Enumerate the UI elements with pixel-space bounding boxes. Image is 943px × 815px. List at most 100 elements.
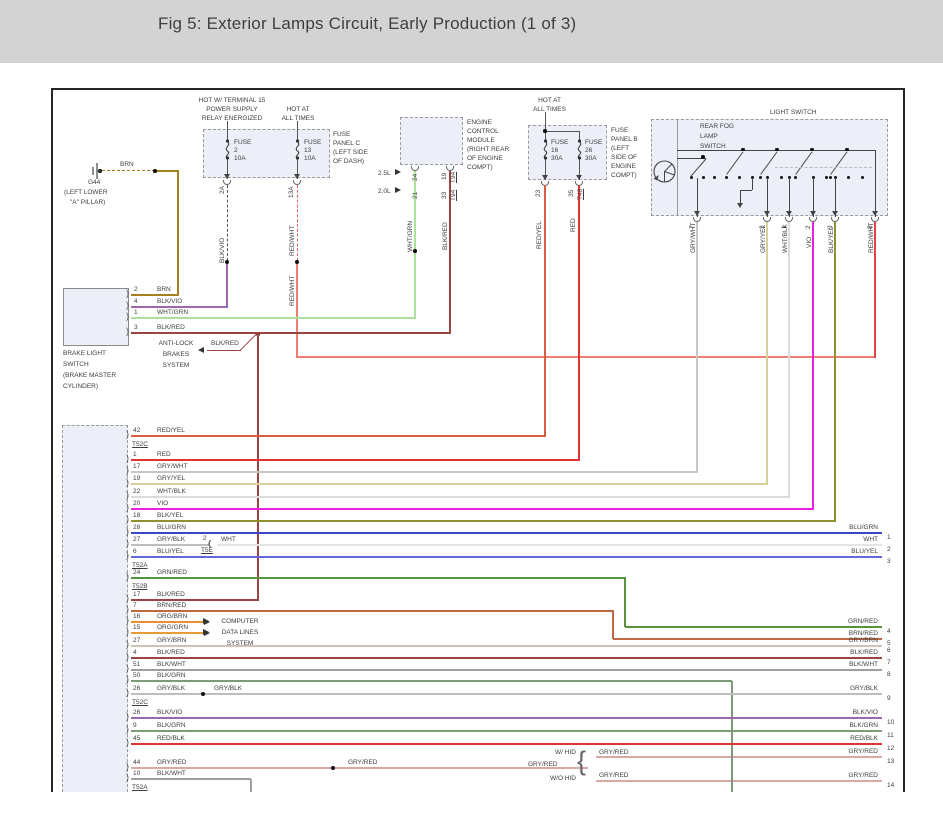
wiring-diagram-page: Fig 5: Exterior Lamps Circuit, Early Pro… <box>0 0 943 815</box>
junction-dot <box>861 176 864 179</box>
edge-wire-label: BLK/WHT <box>792 661 878 669</box>
wire <box>131 496 789 498</box>
brake-pin-number: 2 <box>134 286 138 294</box>
connector-wire-label: RED <box>157 451 171 459</box>
connector-wire-label: BLU/GRN <box>157 524 186 532</box>
edge-pin-number: 3 <box>887 558 891 566</box>
wire-label-redwht: RED/WHT <box>289 226 296 256</box>
brake-pin-wire-label: BLK/VIO <box>157 298 182 306</box>
wire-dashed <box>297 185 298 261</box>
arrow-icon <box>872 211 878 216</box>
connector-wire-label: WHT/BLK <box>157 488 186 496</box>
wire <box>131 532 882 534</box>
pin-bracket-icon: ) <box>126 616 129 625</box>
wire-label-brn: BRN <box>120 161 134 169</box>
connector-wire-label: BLK/VIO <box>157 709 182 717</box>
ecm-pin: 21 <box>412 192 419 199</box>
connector-wire-label: ORG/BRN <box>157 613 187 621</box>
wire <box>766 222 768 485</box>
arrow-icon <box>576 175 582 180</box>
connector-wire-label: BRN/RED <box>157 602 186 610</box>
switch-linkage-dashed <box>775 167 872 168</box>
feed-label: RELAY ENERGIZED <box>186 115 278 123</box>
connector-wire-label: BLK/GRN <box>157 722 186 730</box>
fuse-icon <box>293 139 302 160</box>
feed-label: HOT AT <box>272 106 324 114</box>
junction-dot <box>829 176 832 179</box>
inline-connector-name: T5E <box>201 547 213 555</box>
junction-dot <box>153 169 157 173</box>
fuse-icon <box>575 139 584 160</box>
wire-label-red: RED <box>570 218 577 232</box>
wire-label: GRY/WHT <box>690 222 698 253</box>
connector-wire-label: GRY/RED <box>157 759 187 767</box>
wire <box>131 669 882 671</box>
pin-bracket-icon: ) <box>126 539 129 548</box>
left-connector-box <box>62 425 128 792</box>
junction-dot <box>295 260 299 264</box>
wire <box>731 681 733 792</box>
brake-pin-wire-label: BRN <box>157 286 171 294</box>
feed-label: HOT AT <box>527 97 572 105</box>
edge-pin-number: 12 <box>887 745 894 753</box>
pin-bracket-icon: ) <box>126 454 129 463</box>
wire <box>217 544 882 546</box>
wire-label: RED/WHT <box>868 223 876 253</box>
junction-dot <box>690 176 693 179</box>
wire <box>131 508 813 510</box>
pin-bracket-icon: ) <box>126 738 129 747</box>
pin-bracket-icon: ) <box>126 594 129 603</box>
brake-switch-label: SWITCH <box>63 361 89 369</box>
wire <box>131 294 179 296</box>
edge-wire-label: GRN/RED <box>792 618 878 626</box>
panel-label: PANEL B <box>611 136 638 144</box>
light-switch-title: LIGHT SWITCH <box>770 109 816 117</box>
connector-wire-label: GRY/BLK <box>157 685 185 693</box>
connector-pin-number: 7 <box>133 602 137 610</box>
wire <box>624 578 626 627</box>
brake-pin-wire-label: BLK/RED <box>157 324 185 332</box>
panel-label: ENGINE <box>611 163 636 171</box>
arrow-icon <box>786 211 792 216</box>
arrow-icon <box>542 175 548 180</box>
light-switch-pin-number: 2 <box>805 225 813 229</box>
fuse-label: FUSE <box>304 139 321 147</box>
connector-wire-label: GRY/BLK <box>157 536 185 544</box>
ecm-label: CONTROL <box>467 128 499 136</box>
edge-pin-number: 7 <box>887 659 891 667</box>
wire-dashed <box>227 185 228 261</box>
connector-wire-label: GRN/RED <box>157 569 187 577</box>
fuse-label: 2 <box>234 147 238 155</box>
wire <box>297 121 298 140</box>
connector-pin-number: 17 <box>133 463 140 471</box>
brake-switch-label: BRAKE LIGHT <box>63 350 106 358</box>
edge-wire-label: BLK/VIO <box>792 709 878 717</box>
figure-title: Fig 5: Exterior Lamps Circuit, Early Pro… <box>158 14 576 34</box>
arrow-icon <box>204 630 210 636</box>
connector-pin-number: 6 <box>133 548 137 556</box>
wire-label-blkvio: BLK/VIO <box>219 238 226 263</box>
wire <box>544 185 546 437</box>
data-lines-label: COMPUTER <box>214 618 266 626</box>
light-switch-box <box>651 119 888 216</box>
junction-dot <box>845 148 849 152</box>
connector-pin-number: 9 <box>133 722 137 730</box>
ecm-pin: 19 <box>441 173 448 180</box>
arrow-icon <box>764 211 770 216</box>
wire <box>131 544 209 546</box>
edge-pin-number: 10 <box>887 719 894 727</box>
junction-dot <box>738 176 741 179</box>
wire <box>752 178 753 190</box>
wire-label-gryred: GRY/RED <box>792 748 878 756</box>
wire <box>131 717 882 719</box>
arrow-icon <box>832 211 838 216</box>
title-bar: Fig 5: Exterior Lamps Circuit, Early Pro… <box>0 0 943 63</box>
pin-bracket-icon: ) <box>126 312 129 321</box>
junction-dot <box>725 176 728 179</box>
wire <box>131 332 451 334</box>
connector-wire-label: GRY/WHT <box>157 463 188 471</box>
abs-system-label: ANTI-LOCK <box>150 340 202 348</box>
connector-name: T52C <box>132 441 148 449</box>
connector-pin-number: 10 <box>133 770 140 778</box>
wire <box>625 626 882 628</box>
